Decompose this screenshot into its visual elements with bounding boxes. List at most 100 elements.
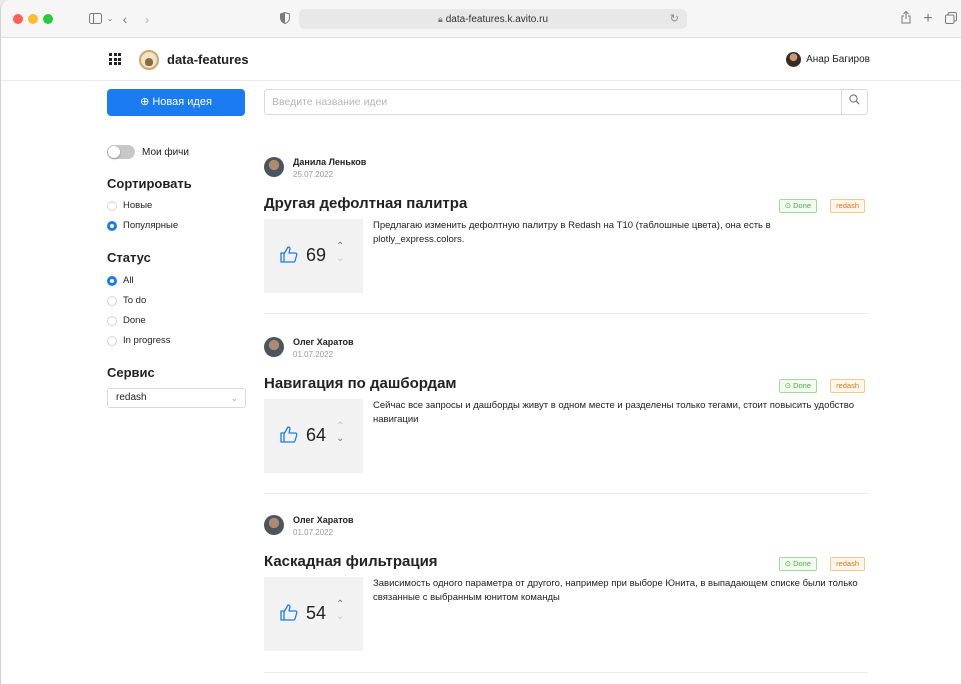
divider [264,672,868,673]
back-icon[interactable]: ‹ [119,9,131,29]
radio-button[interactable] [107,335,117,346]
upvote-chevron-icon[interactable]: ⌃ [336,241,344,252]
status-option-label: Done [123,315,146,326]
service-heading: Сервис [107,365,155,380]
service-tag: redash [830,379,865,393]
author-avatar [264,157,284,177]
search-button[interactable] [841,90,867,114]
status-option-label: To do [123,295,147,306]
idea-date: 01.07.2022 [293,350,334,359]
status-badge: ⊙ Done [778,379,817,393]
idea-title[interactable]: Другая дефолтная палитра [264,195,467,212]
service-select-value: redash [116,392,147,403]
check-circle-icon: ⊙ [784,381,794,390]
idea-description: Зависимость одного параметра от другого,… [373,578,858,603]
status-option-done[interactable]: Done [107,315,146,326]
idea-card: Данила Леньков 25.07.2022 Другая дефолтн… [264,157,868,317]
downvote-chevron-icon[interactable]: ⌄ [336,611,344,622]
forward-icon[interactable]: › [141,9,153,29]
radio-button[interactable] [107,295,117,306]
new-tab-icon[interactable]: + [921,9,935,29]
idea-description: Предлагаю изменить дефолтную палитру в R… [373,220,771,245]
new-idea-button[interactable]: ⊕ Новая идея [107,89,245,116]
status-option-label: All [123,275,134,286]
author-name[interactable]: Олег Харатов [293,337,354,347]
service-tag: redash [830,199,865,213]
sort-option-popular[interactable]: Популярные [107,220,178,231]
app-header: data-features Анар Багиров [1,39,961,81]
service-tag: redash [830,557,865,571]
sidebar-toggle-icon[interactable] [87,9,103,29]
vote-count: 69 [306,245,327,265]
vote-count: 64 [306,425,327,445]
address-url: data-features.k.avito.ru [445,14,549,25]
sort-heading: Сортировать [107,176,192,191]
browser-window: ⌄ ‹ › 🔒︎ data-features.k.avito.ru ↻ + dat… [0,0,961,684]
status-badge: ⊙ Done [778,557,817,571]
author-avatar [264,515,284,535]
minimize-window-button[interactable] [28,14,38,24]
status-option-all[interactable]: All [107,275,134,286]
sort-option-label: Новые [123,200,153,211]
vote-box: 54 ⌃ ⌄ [264,577,363,651]
share-icon[interactable] [899,9,913,29]
app-logo[interactable] [139,50,159,70]
user-menu[interactable]: Анар Багиров [786,52,870,67]
check-circle-icon: ⊙ [784,201,794,210]
vote-box: 69 ⌃ ⌄ [264,219,363,293]
idea-date: 25.07.2022 [293,170,334,179]
thumbs-up-icon[interactable] [280,246,298,268]
idea-search [264,89,868,115]
divider [264,493,868,494]
check-circle-icon: ⊙ [784,559,794,568]
downvote-chevron-icon[interactable]: ⌄ [336,433,344,444]
privacy-shield-icon[interactable] [278,9,292,29]
address-bar[interactable]: 🔒︎ data-features.k.avito.ru ↻ [299,9,687,29]
tab-overview-icon[interactable] [944,9,958,29]
search-input[interactable] [265,90,835,114]
lock-icon: 🔒︎ [437,14,443,24]
browser-toolbar: ⌄ ‹ › 🔒︎ data-features.k.avito.ru ↻ + [1,0,961,38]
status-option-label: In progress [123,335,171,346]
idea-date: 01.07.2022 [293,528,334,537]
radio-button-checked[interactable] [107,275,117,286]
thumbs-up-icon[interactable] [280,604,298,626]
upvote-chevron-icon[interactable]: ⌃ [336,421,344,432]
app-title[interactable]: data-features [167,52,249,67]
sort-option-label: Популярные [123,220,179,231]
author-name[interactable]: Данила Леньков [293,157,366,167]
radio-button[interactable] [107,200,117,211]
user-avatar [786,52,802,67]
user-name: Анар Багиров [806,54,870,65]
vote-count: 54 [306,603,327,623]
status-badge: ⊙ Done [778,199,817,213]
idea-title[interactable]: Навигация по дашбордам [264,375,457,392]
divider [264,313,868,314]
chevron-down-icon[interactable]: ⌄ [105,9,115,29]
vote-box: 64 ⌃ ⌄ [264,399,363,473]
status-badge-label: Done [793,201,811,210]
my-features-toggle-row: Мои фичи [107,145,189,159]
downvote-chevron-icon[interactable]: ⌄ [336,253,344,264]
thumbs-up-icon[interactable] [280,426,298,448]
service-select[interactable]: redash ⌄ [107,388,246,408]
chevron-down-icon: ⌄ [230,393,238,403]
close-window-button[interactable] [13,14,23,24]
status-badge-label: Done [793,559,811,568]
sort-option-new[interactable]: Новые [107,200,152,211]
idea-card: Олег Харатов 01.07.2022 Навигация по даш… [264,337,868,497]
apps-grid-icon[interactable] [109,53,121,65]
radio-button[interactable] [107,315,117,326]
idea-description: Сейчас все запросы и дашборды живут в од… [373,400,855,425]
radio-button-checked[interactable] [107,220,117,231]
reload-icon[interactable]: ↻ [670,9,679,29]
zoom-window-button[interactable] [43,14,53,24]
author-name[interactable]: Олег Харатов [293,515,354,525]
status-option-todo[interactable]: To do [107,295,146,306]
idea-title[interactable]: Каскадная фильтрация [264,553,438,570]
upvote-chevron-icon[interactable]: ⌃ [336,599,344,610]
author-avatar [264,337,284,357]
status-option-in-progress[interactable]: In progress [107,335,171,346]
status-badge-label: Done [793,381,811,390]
my-features-toggle[interactable] [107,145,135,159]
